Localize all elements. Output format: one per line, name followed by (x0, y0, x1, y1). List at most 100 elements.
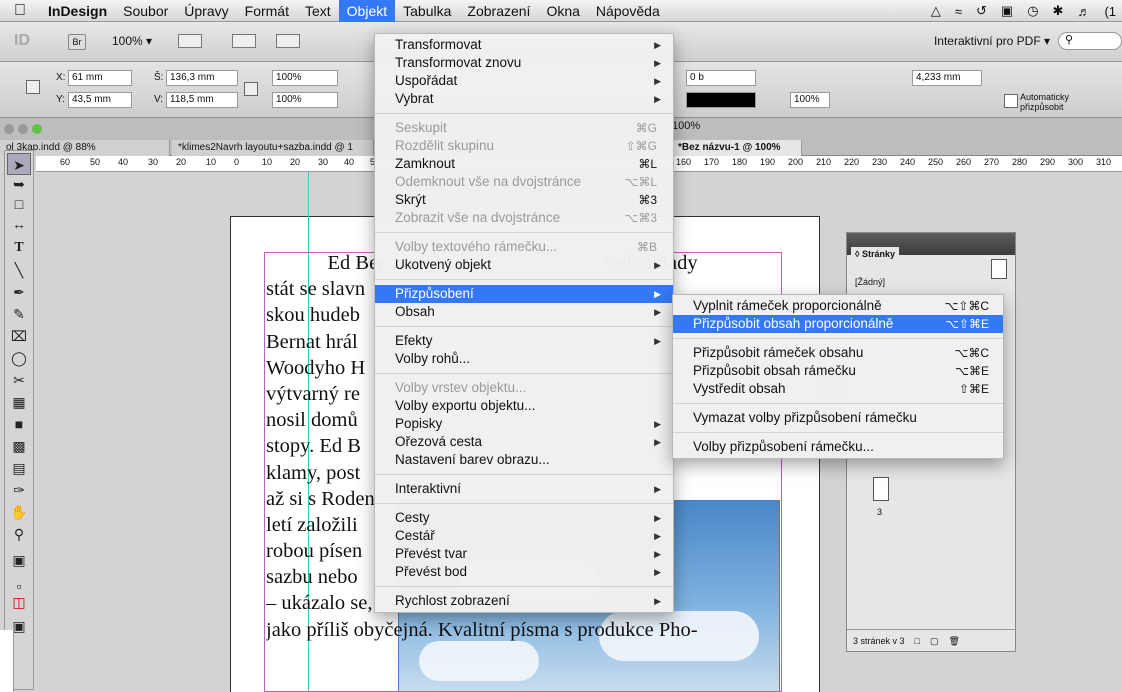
edit-page-size-icon[interactable]: □ (915, 630, 920, 652)
menu-item-vybrat[interactable]: Vybrat ▶ (375, 90, 673, 108)
tab-document-3[interactable]: *Bez názvu-1 @ 100% (672, 140, 802, 156)
menu-item-zamknout[interactable]: Zamknout ⌘L (375, 155, 673, 173)
note-tool-icon[interactable]: ▤ (7, 457, 31, 479)
apply-none-icon[interactable]: ◫ (7, 591, 31, 613)
master-none[interactable]: [Žádný] (855, 277, 885, 287)
timemachine-icon[interactable]: ◷ (1027, 3, 1038, 19)
menu-item-prizpusobeni[interactable]: Přizpůsobení ▶ (375, 285, 673, 303)
line-tool-icon[interactable]: ╲ (7, 259, 31, 281)
menu-item-volby-rohu[interactable]: Volby rohů... (375, 350, 673, 368)
gutter-field[interactable]: 4,233 mm (912, 70, 982, 86)
master-thumbnail[interactable] (991, 259, 1007, 279)
scale-x-field[interactable]: 100% (272, 70, 338, 86)
menu-item-usporadat[interactable]: Uspořádat ▶ (375, 72, 673, 90)
menu-item-volby-prizpusobeni-ramecku[interactable]: Volby přizpůsobení rámečku... (673, 438, 1003, 456)
hand-tool-icon[interactable]: ✋ (7, 501, 31, 523)
adobe-icon[interactable]: △ (931, 3, 941, 19)
x-field[interactable]: 61 mm (68, 70, 132, 86)
opacity-field[interactable]: 100% (790, 92, 830, 108)
rectangle-frame-tool-icon[interactable]: ⌧ (7, 325, 31, 347)
reference-point-icon[interactable] (26, 80, 40, 94)
sync-icon[interactable]: ↺ (976, 3, 987, 19)
constrain-proportions-icon[interactable] (244, 82, 258, 96)
direct-selection-tool-icon[interactable]: ➥ (7, 173, 31, 195)
search-input[interactable]: ⚲ (1058, 32, 1122, 50)
menu-item-efekty[interactable]: Efekty ▶ (375, 332, 673, 350)
menu-app[interactable]: InDesign (40, 0, 115, 22)
zoom-level[interactable]: 100% ▾ (112, 34, 152, 48)
eyedropper-tool-icon[interactable]: ✑ (7, 479, 31, 501)
menu-item-prevest-tvar[interactable]: Převést tvar ▶ (375, 545, 673, 563)
arrange-documents-icon[interactable] (276, 34, 300, 48)
width-field[interactable]: 136,3 mm (166, 70, 238, 86)
menu-item-cesty[interactable]: Cesty ▶ (375, 509, 673, 527)
ellipse-tool-icon[interactable]: ◯ (7, 347, 31, 369)
pencil-tool-icon[interactable]: ✎ (7, 303, 31, 325)
gap-tool-icon[interactable]: ↔ (7, 213, 31, 235)
page-3-thumbnail[interactable] (873, 477, 889, 501)
type-tool-icon[interactable]: T (7, 237, 31, 259)
menu-objekt[interactable]: Objekt (338, 0, 396, 22)
auto-fit-checkbox[interactable] (1004, 94, 1018, 108)
menu-format[interactable]: Formát (237, 0, 297, 22)
pages-panel-title[interactable]: ◊ Stránky (851, 247, 899, 261)
menu-upravy[interactable]: Úpravy (176, 0, 236, 22)
minimize-window-icon[interactable] (18, 124, 28, 134)
apple-icon[interactable]:  (0, 2, 40, 20)
screen-mode-icon[interactable] (232, 34, 256, 48)
menu-item-cestar[interactable]: Cestář ▶ (375, 527, 673, 545)
zoom-window-icon[interactable] (32, 124, 42, 134)
vertical-ruler[interactable] (0, 630, 14, 692)
menu-item-vyplnit-ramecek-proporcionalne[interactable]: Vyplnit rámeček proporcionálně ⌥⇧⌘C (673, 297, 1003, 315)
menu-item-vymazat-volby-prizpusobeni-ramecku[interactable]: Vymazat volby přizpůsobení rámečku (673, 409, 1003, 427)
fill-stroke-icon[interactable]: ▣ (7, 549, 31, 571)
menu-item-rychlost-zobrazeni[interactable]: Rychlost zobrazení ▶ (375, 592, 673, 610)
workspace-switcher[interactable]: Interaktivní pro PDF ▾ (934, 34, 1050, 48)
stroke-weight-field[interactable]: 0 b (686, 70, 756, 86)
display-icon[interactable]: ▣ (1001, 3, 1013, 19)
scale-y-field[interactable]: 100% (272, 92, 338, 108)
menu-item-obsah[interactable]: Obsah ▶ (375, 303, 673, 321)
menu-item-prizpusobit-obsah-ramecku[interactable]: Přizpůsobit obsah rámečku ⌥⌘E (673, 362, 1003, 380)
menu-tabulka[interactable]: Tabulka (395, 0, 459, 22)
menu-item-prizpusobit-ramecek-obsahu[interactable]: Přizpůsobit rámeček obsahu ⌥⌘C (673, 344, 1003, 362)
pen-tool-icon[interactable]: ✒ (7, 281, 31, 303)
menu-item-orezova-cesta[interactable]: Ořezová cesta ▶ (375, 433, 673, 451)
menu-okna[interactable]: Okna (538, 0, 587, 22)
menu-napoveda[interactable]: Nápověda (588, 0, 668, 22)
selection-tool-icon[interactable]: ➤ (7, 153, 31, 175)
scissors-tool-icon[interactable]: ✂ (7, 369, 31, 391)
menu-item-transformovat-znovu[interactable]: Transformovat znovu ▶ (375, 54, 673, 72)
bluetooth-icon[interactable]: ✱ (1053, 3, 1064, 19)
menu-item-interaktivni[interactable]: Interaktivní ▶ (375, 480, 673, 498)
menu-item-skryt[interactable]: Skrýt ⌘3 (375, 191, 673, 209)
menu-zobrazeni[interactable]: Zobrazení (459, 0, 538, 22)
menu-item-popisky[interactable]: Popisky ▶ (375, 415, 673, 433)
zoom-tool-icon[interactable]: ⚲ (7, 523, 31, 545)
tab-document-2[interactable]: *klimes2Navrh layoutu+sazba.indd @ 1 (172, 140, 374, 156)
bridge-button[interactable]: Br (68, 34, 86, 50)
close-window-icon[interactable] (4, 124, 14, 134)
volume-icon[interactable]: ♬ (1077, 4, 1090, 19)
y-field[interactable]: 43,5 mm (68, 92, 132, 108)
new-page-icon[interactable]: ▢ (930, 630, 939, 652)
menu-item-volby-exportu-objektu[interactable]: Volby exportu objektu... (375, 397, 673, 415)
menu-item-nastaveni-barev-obrazu[interactable]: Nastavení barev obrazu... (375, 451, 673, 469)
gradient-swatch-tool-icon[interactable]: ■ (7, 413, 31, 435)
menu-item-prizpusobit-obsah-proporcionalne[interactable]: Přizpůsobit obsah proporcionálně ⌥⇧⌘E (673, 315, 1003, 333)
wifi-icon[interactable]: ≈ (955, 4, 962, 19)
gradient-feather-tool-icon[interactable]: ▩ (7, 435, 31, 457)
menu-item-vystredit-obsah[interactable]: Vystředit obsah ⇧⌘E (673, 380, 1003, 398)
menu-text[interactable]: Text (297, 0, 339, 22)
menu-item-transformovat[interactable]: Transformovat ▶ (375, 36, 673, 54)
menu-item-prevest-bod[interactable]: Převést bod ▶ (375, 563, 673, 581)
delete-page-icon[interactable]: 🗑 (948, 630, 959, 652)
battery-label[interactable]: (1 (1104, 4, 1116, 19)
stroke-type-field[interactable] (686, 92, 756, 108)
height-field[interactable]: 118,5 mm (166, 92, 238, 108)
page-tool-icon[interactable]: □ (7, 193, 31, 215)
menu-soubor[interactable]: Soubor (115, 0, 176, 22)
free-transform-tool-icon[interactable]: ▦ (7, 391, 31, 413)
view-options-icon[interactable] (178, 34, 202, 48)
menu-item-ukotveny-objekt[interactable]: Ukotvený objekt ▶ (375, 256, 673, 274)
